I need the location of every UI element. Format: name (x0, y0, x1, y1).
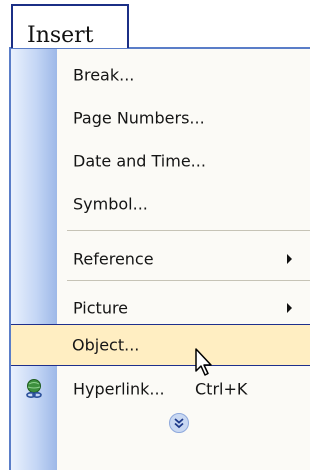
menu-item-reference-label: Reference (73, 249, 154, 268)
menu-item-object[interactable]: Object... (11, 324, 310, 366)
menu-expand-button[interactable] (11, 409, 310, 435)
menu-item-break[interactable]: Break... (11, 53, 310, 96)
mouse-cursor-icon (195, 348, 212, 376)
menu-item-page-numbers-label: Page Numbers... (73, 108, 205, 127)
menu-item-date-and-time[interactable]: Date and Time... (11, 139, 310, 182)
submenu-arrow-icon (287, 253, 292, 264)
menu-separator (67, 230, 310, 231)
menu-item-symbol-label: Symbol... (73, 194, 148, 213)
submenu-arrow-icon (287, 302, 292, 313)
menu-item-picture[interactable]: Picture (11, 286, 310, 329)
insert-menu-panel: Break... Page Numbers... Date and Time..… (9, 47, 310, 470)
menu-item-reference[interactable]: Reference (11, 237, 310, 280)
menu-item-hyperlink[interactable]: Hyperlink... Ctrl+K (11, 367, 310, 410)
menu-item-hyperlink-shortcut: Ctrl+K (195, 379, 248, 398)
menu-title-insert[interactable]: Insert (11, 4, 129, 48)
menu-item-picture-label: Picture (73, 298, 129, 317)
menu-item-page-numbers[interactable]: Page Numbers... (11, 96, 310, 139)
menu-item-hyperlink-label: Hyperlink... (73, 379, 165, 398)
menu-item-object-label: Object... (72, 335, 140, 355)
menu-item-date-and-time-label: Date and Time... (73, 151, 206, 170)
double-chevron-down-icon (169, 413, 189, 433)
menu-item-break-label: Break... (73, 65, 135, 84)
hyperlink-globe-icon (26, 378, 42, 398)
menu-separator (67, 280, 310, 281)
menu-title-label: Insert (27, 23, 94, 48)
menu-item-symbol[interactable]: Symbol... (11, 182, 310, 225)
